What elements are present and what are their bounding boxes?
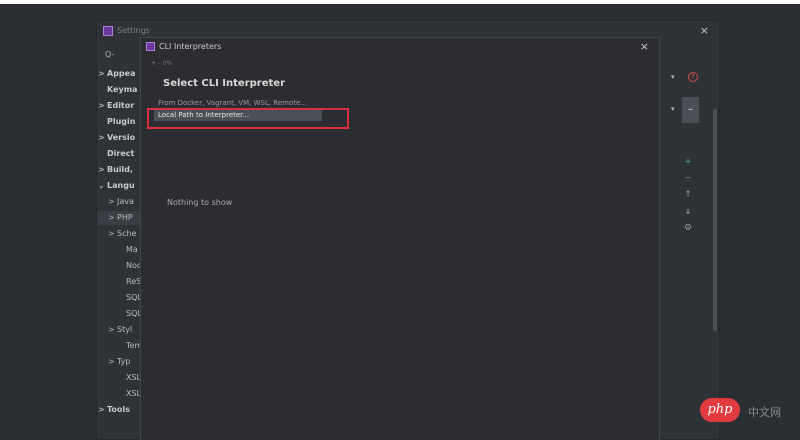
phpstorm-logo-icon bbox=[103, 26, 113, 36]
chevron-right-icon[interactable]: > bbox=[98, 131, 107, 145]
sidebar-item-label: Styl bbox=[117, 325, 133, 334]
sidebar-item-java[interactable]: > Java bbox=[97, 195, 143, 209]
sidebar-item-xsl[interactable]: XSL bbox=[97, 387, 143, 401]
settings-gear-icon[interactable]: ⚙ bbox=[682, 223, 694, 233]
watermark-text: 中文网 bbox=[748, 406, 781, 419]
settings-title: Settings bbox=[117, 26, 150, 35]
help-icon[interactable]: ? bbox=[688, 72, 698, 82]
interpreter-dropdown-icon[interactable]: ▾ bbox=[671, 105, 675, 113]
sidebar-item-ma[interactable]: Ma bbox=[97, 243, 143, 257]
sidebar-item-sql[interactable]: SQL bbox=[97, 307, 143, 321]
cli-close-button[interactable]: × bbox=[640, 40, 649, 53]
chevron-down-icon[interactable]: ⌄ bbox=[98, 179, 107, 193]
sidebar-item-editor[interactable]: > Editor bbox=[97, 99, 143, 113]
sidebar-item-label: Versio bbox=[107, 133, 136, 142]
sidebar-item-label: Build, bbox=[107, 165, 134, 174]
sidebar-item-langu[interactable]: ⌄ Langu bbox=[97, 179, 143, 193]
sidebar-item-sql[interactable]: SQL bbox=[97, 291, 143, 305]
sidebar-item-res[interactable]: ReS bbox=[97, 275, 143, 289]
sidebar-item-keyma[interactable]: Keyma bbox=[97, 83, 143, 97]
sidebar-item-label: Java bbox=[117, 197, 134, 206]
annotation-highlight-box bbox=[147, 108, 349, 129]
chevron-right-icon[interactable]: > bbox=[108, 195, 117, 209]
sidebar-item-direct[interactable]: Direct bbox=[97, 147, 143, 161]
remove-button[interactable]: – bbox=[682, 97, 699, 123]
chevron-right-icon[interactable]: > bbox=[98, 163, 107, 177]
chevron-right-icon[interactable]: > bbox=[98, 403, 107, 417]
phpstorm-logo-icon bbox=[146, 42, 155, 51]
chevron-down-icon[interactable]: ▾ bbox=[671, 73, 675, 81]
cli-titlebar: CLI Interpreters × bbox=[141, 38, 659, 58]
move-up-icon[interactable]: ↑ bbox=[682, 190, 694, 200]
sidebar-item-label: Keyma bbox=[107, 85, 138, 94]
php-logo: php bbox=[700, 398, 740, 422]
sidebar-item-label: XSL bbox=[126, 373, 142, 382]
popup-title: Select CLI Interpreter bbox=[163, 78, 285, 89]
sidebar-item-styl[interactable]: > Styl bbox=[97, 323, 143, 337]
scrollbar[interactable] bbox=[713, 109, 717, 331]
empty-list-text: Nothing to show bbox=[167, 198, 233, 207]
sidebar-item-versio[interactable]: > Versio bbox=[97, 131, 143, 145]
sidebar-item-label: Appea bbox=[107, 69, 136, 78]
sidebar-item-label: Ma bbox=[126, 245, 138, 254]
remove-icon[interactable]: – bbox=[682, 173, 694, 183]
settings-close-button[interactable]: × bbox=[700, 24, 709, 37]
move-down-icon[interactable]: ↓ bbox=[682, 207, 694, 217]
sidebar-item-sche[interactable]: > Sche bbox=[97, 227, 143, 241]
add-icon[interactable]: + bbox=[682, 157, 694, 167]
chevron-right-icon[interactable]: > bbox=[108, 227, 117, 241]
chevron-right-icon[interactable]: > bbox=[108, 211, 117, 225]
sidebar-item-appea[interactable]: > Appea bbox=[97, 67, 143, 81]
sidebar-item-tools[interactable]: > Tools bbox=[97, 403, 143, 417]
sidebar-item-label: Tools bbox=[107, 405, 130, 414]
sidebar-item-noc[interactable]: Noc bbox=[97, 259, 143, 273]
search-icon[interactable]: Q- bbox=[105, 50, 114, 59]
sidebar-item-tem[interactable]: Tem bbox=[97, 339, 143, 353]
sidebar-item-label: Plugin bbox=[107, 117, 136, 126]
sidebar-item-label: Sche bbox=[117, 229, 137, 238]
chevron-right-icon[interactable]: > bbox=[108, 355, 117, 369]
chevron-right-icon[interactable]: > bbox=[108, 323, 117, 337]
sidebar-item-label: XSL bbox=[126, 389, 142, 398]
sidebar-item-label: ReS bbox=[126, 277, 142, 286]
sidebar-item-typ[interactable]: > Typ bbox=[97, 355, 143, 369]
sidebar-item-label: Noc bbox=[126, 261, 142, 270]
sidebar-item-label: PHP bbox=[117, 213, 133, 222]
desktop-background: Settings × Q- > Appea Keyma > Editor Plugin > V… bbox=[0, 4, 800, 440]
sidebar-item-php[interactable]: > PHP bbox=[97, 211, 143, 225]
chevron-right-icon[interactable]: > bbox=[98, 99, 107, 113]
cli-toolbar[interactable]: + – 0% bbox=[151, 60, 172, 67]
sidebar-item-plugin[interactable]: Plugin bbox=[97, 115, 143, 129]
sidebar-item-label: Editor bbox=[107, 101, 135, 110]
sidebar-item-label: Typ bbox=[117, 357, 131, 366]
sidebar-item-label: Direct bbox=[107, 149, 135, 158]
sidebar-item-build[interactable]: > Build, bbox=[97, 163, 143, 177]
chevron-right-icon[interactable]: > bbox=[98, 67, 107, 81]
sidebar-item-label: Langu bbox=[107, 181, 135, 190]
cli-dialog-title: CLI Interpreters bbox=[159, 42, 222, 51]
sidebar-item-xsl[interactable]: XSL bbox=[97, 371, 143, 385]
